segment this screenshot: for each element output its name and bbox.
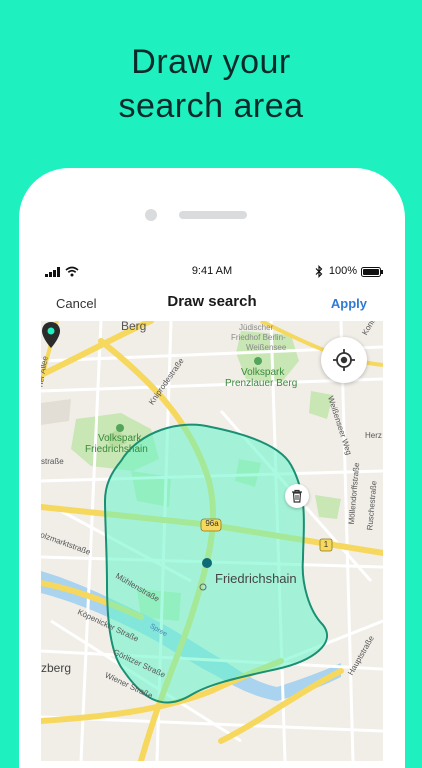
- battery-icon: [361, 267, 383, 277]
- map-base: [41, 321, 383, 761]
- map-label-zberg: zberg: [41, 661, 72, 675]
- cancel-button[interactable]: Cancel: [56, 296, 96, 311]
- nav-bar: Cancel Draw search Apply: [19, 288, 405, 320]
- trash-icon: [292, 489, 302, 503]
- phone-frame: 9:41 AM 100% Cancel Draw search Apply Be…: [19, 168, 405, 768]
- apply-button[interactable]: Apply: [331, 296, 367, 311]
- road-shield-1: 1: [323, 540, 329, 549]
- map-label-friedhof: Friedhof Berlin-: [231, 333, 286, 342]
- map-label-herz: Herz: [365, 431, 382, 440]
- map-label-volkspark-1: Volkspark: [241, 367, 285, 378]
- map-pin-icon[interactable]: [41, 321, 61, 349]
- delete-area-button[interactable]: [285, 484, 309, 508]
- map-label-friedrichshain: Friedrichshain: [215, 571, 297, 586]
- map-view[interactable]: Berg Jüdischer Friedhof Berlin- Weißense…: [41, 321, 383, 761]
- map-label-volkspark-2: Volkspark: [98, 433, 142, 444]
- map-label-strasse-left: straße: [41, 457, 64, 466]
- headline: Draw your search area: [0, 40, 422, 128]
- headline-line-1: Draw your: [131, 43, 291, 81]
- map-label-weissensee: Weißensee: [246, 343, 287, 352]
- battery-percent: 100%: [328, 265, 357, 277]
- speaker-slot: [179, 211, 247, 219]
- bluetooth-icon: [315, 265, 323, 278]
- crosshair-icon: [333, 349, 355, 371]
- map-label-prenzlauer-berg: Prenzlauer Berg: [225, 378, 298, 389]
- status-bar: 9:41 AM 100%: [41, 264, 383, 280]
- locate-me-button[interactable]: [321, 337, 367, 383]
- headline-line-2: search area: [118, 87, 304, 125]
- map-label-judischer: Jüdischer: [239, 323, 274, 332]
- map-label-berg: Berg: [121, 321, 147, 333]
- road-shield-96a: 96a: [205, 519, 219, 528]
- camera-dot: [145, 209, 157, 221]
- map-label-friedrichshain-park: Friedrichshain: [85, 444, 148, 455]
